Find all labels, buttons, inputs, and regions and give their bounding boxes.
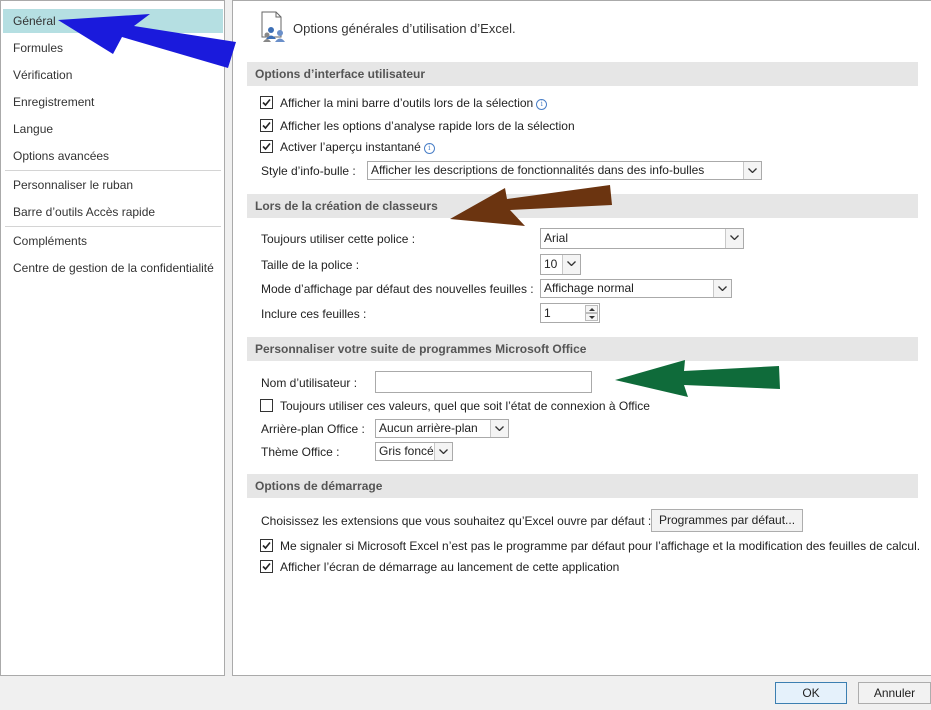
font-value: Arial <box>544 231 569 245</box>
sidebar-item-save[interactable]: Enregistrement <box>3 90 223 114</box>
sidebar-item-label: Formules <box>13 41 64 55</box>
view-mode-label: Mode d’affichage par défaut des nouvelle… <box>261 282 534 296</box>
username-field[interactable] <box>375 371 592 393</box>
sidebar-item-add-ins[interactable]: Compléments <box>3 229 223 253</box>
office-theme-label: Thème Office : <box>261 445 340 459</box>
section-new-workbooks-heading: Lors de la création de classeurs <box>247 194 918 218</box>
sidebar-item-label: Vérification <box>13 68 73 82</box>
live-preview-text: Activer l’aperçu instantané <box>280 140 421 154</box>
default-programs-button[interactable]: Programmes par défaut... <box>651 509 803 532</box>
tooltip-style-value: Afficher les descriptions de fonctionnal… <box>371 163 705 177</box>
font-size-label: Taille de la police : <box>261 258 360 272</box>
show-start-screen-label: Afficher l’écran de démarrage au lanceme… <box>280 560 620 574</box>
live-preview-checkbox[interactable] <box>260 140 273 153</box>
always-use-values-checkbox[interactable] <box>260 399 273 412</box>
sidebar-item-label: Personnaliser le ruban <box>13 178 134 192</box>
quick-analysis-label: Afficher les options d’analyse rapide lo… <box>280 119 575 133</box>
spin-up-button[interactable] <box>585 305 598 313</box>
info-icon[interactable]: i <box>423 143 435 154</box>
sidebar-item-language[interactable]: Langue <box>3 117 223 141</box>
chevron-down-icon <box>743 162 761 179</box>
notify-default-checkbox[interactable] <box>260 539 273 552</box>
username-label: Nom d’utilisateur : <box>261 376 358 390</box>
office-background-value: Aucun arrière-plan <box>379 421 478 435</box>
mini-toolbar-text: Afficher la mini barre d’outils lors de … <box>280 96 534 110</box>
spin-down-button[interactable] <box>585 313 598 321</box>
chevron-down-icon <box>490 420 508 437</box>
live-preview-label: Activer l’aperçu instantané i <box>280 140 435 154</box>
notify-default-label: Me signaler si Microsoft Excel n’est pas… <box>280 539 921 553</box>
default-extensions-label: Choisissez les extensions que vous souha… <box>261 514 652 528</box>
ok-button[interactable]: OK <box>775 682 847 704</box>
office-theme-select[interactable]: Gris foncé <box>375 442 453 461</box>
sidebar-item-label: Général <box>13 14 56 28</box>
sidebar-item-formulas[interactable]: Formules <box>3 36 223 60</box>
chevron-down-icon <box>434 443 452 460</box>
office-background-label: Arrière-plan Office : <box>261 422 365 436</box>
sidebar-item-label: Barre d’outils Accès rapide <box>13 205 156 219</box>
options-sidebar: Général Formules Vérification Enregistre… <box>0 0 225 676</box>
sidebar-item-customize-ribbon[interactable]: Personnaliser le ruban <box>3 173 223 197</box>
chevron-down-icon <box>725 229 743 248</box>
chevron-down-icon <box>713 280 731 297</box>
show-start-screen-checkbox[interactable] <box>260 560 273 573</box>
office-theme-value: Gris foncé <box>379 444 434 458</box>
sidebar-item-label: Centre de gestion de la confidentialité <box>13 261 214 275</box>
sidebar-item-quick-access-toolbar[interactable]: Barre d’outils Accès rapide <box>3 200 223 224</box>
font-select[interactable]: Arial <box>540 228 744 249</box>
tooltip-style-label: Style d’info-bulle : <box>261 164 356 178</box>
office-background-select[interactable]: Aucun arrière-plan <box>375 419 509 438</box>
font-label: Toujours utiliser cette police : <box>261 232 416 246</box>
mini-toolbar-label: Afficher la mini barre d’outils lors de … <box>280 96 548 110</box>
tooltip-style-select[interactable]: Afficher les descriptions de fonctionnal… <box>367 161 762 180</box>
always-use-values-label: Toujours utiliser ces valeurs, quel que … <box>280 399 650 413</box>
info-icon[interactable]: i <box>536 99 548 110</box>
sidebar-item-label: Compléments <box>13 234 88 248</box>
sidebar-item-label: Langue <box>13 122 54 136</box>
sidebar-item-proofing[interactable]: Vérification <box>3 63 223 87</box>
section-ui-options-heading: Options d’interface utilisateur <box>247 62 918 86</box>
mini-toolbar-checkbox[interactable] <box>260 96 273 109</box>
sidebar-divider <box>5 170 221 171</box>
general-options-icon <box>259 11 289 43</box>
section-startup-heading: Options de démarrage <box>247 474 918 498</box>
sidebar-item-trust-center[interactable]: Centre de gestion de la confidentialité <box>3 256 223 280</box>
view-mode-select[interactable]: Affichage normal <box>540 279 732 298</box>
quick-analysis-checkbox[interactable] <box>260 119 273 132</box>
sidebar-item-advanced[interactable]: Options avancées <box>3 144 223 168</box>
sidebar-item-label: Options avancées <box>13 149 110 163</box>
sheet-count-spinner[interactable]: 1 <box>540 303 600 323</box>
cancel-button[interactable]: Annuler <box>858 682 931 704</box>
font-size-value: 10 <box>544 257 558 271</box>
sheet-count-value: 1 <box>544 306 551 320</box>
sidebar-divider <box>5 226 221 227</box>
sidebar-item-general[interactable]: Général <box>3 9 223 33</box>
sidebar-item-label: Enregistrement <box>13 95 95 109</box>
section-personalize-heading: Personnaliser votre suite de programmes … <box>247 337 918 361</box>
chevron-down-icon <box>562 255 580 274</box>
sheet-count-label: Inclure ces feuilles : <box>261 307 367 321</box>
options-main-panel: Options générales d’utilisation d’Excel.… <box>232 0 931 676</box>
view-mode-value: Affichage normal <box>544 281 634 295</box>
font-size-select[interactable]: 10 <box>540 254 581 275</box>
page-title: Options générales d’utilisation d’Excel. <box>293 21 516 36</box>
